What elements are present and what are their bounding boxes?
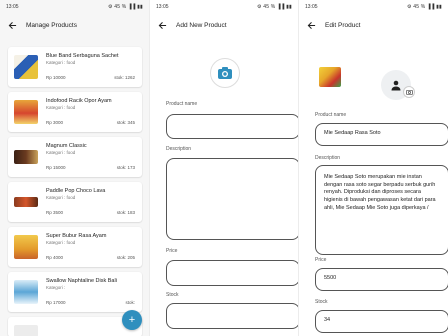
product-image — [14, 150, 38, 164]
description-input[interactable]: Mie Sedaap Soto merupakan mie instan den… — [315, 165, 448, 255]
product-image — [319, 67, 341, 87]
product-image — [14, 235, 38, 259]
status-bar: 13:05 ⚙ 45 % ▐▐ ▮▮ — [150, 0, 298, 14]
product-stock: stok: — [125, 300, 135, 305]
stock-label: Stock — [315, 299, 328, 305]
stock-input[interactable]: 34 — [315, 310, 448, 333]
product-name-input[interactable] — [166, 114, 298, 139]
product-name-label: Product name — [166, 101, 198, 107]
page-title: Manage Products — [26, 21, 77, 29]
status-icons: ⚙ 45 % ▐▐ ▮▮ — [406, 4, 442, 10]
product-stock: stok: 345 — [116, 120, 135, 125]
status-time: 13:05 — [305, 4, 318, 10]
stock-input[interactable] — [166, 303, 298, 329]
product-name-input[interactable]: Mie Sedaap Rasa Soto — [315, 123, 448, 146]
product-card[interactable]: Swallow Naphtaline Disk Bali Kategori : … — [8, 272, 142, 312]
price-label: Price — [166, 248, 178, 254]
product-name: Swallow Naphtaline Disk Bali — [46, 278, 117, 284]
product-card[interactable]: Indofood Racik Opor Ayam Kategori : food… — [8, 92, 142, 132]
product-category: Kategori : food — [46, 105, 76, 110]
status-time: 13:05 — [156, 4, 169, 10]
product-category: Kategori : food — [46, 195, 76, 200]
status-time: 13:05 — [6, 4, 19, 10]
product-name: Super Bubur Rasa Ayam — [46, 233, 107, 239]
product-stock: stok: 173 — [116, 165, 135, 170]
product-name: Magnum Classic — [46, 143, 87, 149]
product-card[interactable]: Blue Band Serbaguna Sachet Kategori : fo… — [8, 47, 142, 87]
camera-icon — [405, 89, 413, 95]
page-title: Edit Product — [325, 21, 361, 29]
status-bar: 13:05 ⚙ 45 % ▐▐ ▮▮ — [299, 0, 448, 14]
description-input[interactable] — [166, 158, 298, 240]
product-stock: stok: 183 — [116, 210, 135, 215]
status-icons: ⚙ 45 % ▐▐ ▮▮ — [107, 4, 143, 10]
product-price: Rp 10000 — [46, 75, 66, 80]
product-image — [14, 55, 38, 79]
price-input[interactable] — [166, 260, 298, 286]
product-price: Rp 3500 — [46, 210, 64, 215]
manage-products-screen: 13:05 ⚙ 45 % ▐▐ ▮▮ Manage Products Blue … — [0, 0, 149, 336]
person-icon — [391, 80, 401, 91]
add-product-button[interactable]: + — [122, 310, 142, 330]
back-arrow-icon[interactable] — [305, 19, 317, 31]
product-price: Rp 4000 — [46, 255, 64, 260]
product-image — [14, 100, 38, 124]
product-card[interactable]: Magnum Classic Kategori : food Rp 15000 … — [8, 137, 142, 177]
change-photo-button[interactable] — [403, 86, 415, 98]
status-bar: 13:05 ⚙ 45 % ▐▐ ▮▮ — [0, 0, 149, 14]
back-arrow-icon[interactable] — [156, 19, 168, 31]
product-name-label: Product name — [315, 112, 347, 118]
product-price: Rp 3000 — [46, 120, 64, 125]
stock-label: Stock — [166, 292, 179, 298]
product-image — [14, 280, 38, 304]
product-card[interactable]: Paddle Pop Choco Lava Kategori : food Rp… — [8, 182, 142, 222]
product-image — [14, 197, 38, 207]
product-stock: stok: 1262 — [114, 75, 135, 80]
status-icons: ⚙ 45 % ▐▐ ▮▮ — [256, 4, 292, 10]
product-price: Rp 15000 — [46, 165, 66, 170]
product-card[interactable]: Super Bubur Rasa Ayam Kategori : food Rp… — [8, 227, 142, 267]
description-label: Description — [166, 146, 192, 152]
app-bar: Add New Product — [150, 14, 298, 36]
product-name: Indofood Racik Opor Ayam — [46, 98, 112, 104]
app-bar: Edit Product — [299, 14, 448, 36]
add-photo-icon — [218, 67, 232, 79]
product-name: Paddle Pop Choco Lava — [46, 188, 106, 194]
product-image — [14, 325, 38, 336]
price-input[interactable]: 5500 — [315, 268, 448, 291]
image-picker-button[interactable] — [210, 58, 240, 88]
product-price: Rp 17000 — [46, 300, 66, 305]
product-category: Kategori : food — [46, 150, 76, 155]
back-arrow-icon[interactable] — [6, 19, 18, 31]
app-bar: Manage Products — [0, 14, 149, 36]
product-category: Kategori : food — [46, 60, 76, 65]
page-title: Add New Product — [176, 21, 227, 29]
product-category: Kategori : food — [46, 240, 76, 245]
edit-product-screen: 13:05 ⚙ 45 % ▐▐ ▮▮ Edit Product Product … — [298, 0, 448, 336]
product-name: Blue Band Serbaguna Sachet — [46, 53, 119, 59]
add-product-screen: 13:05 ⚙ 45 % ▐▐ ▮▮ Add New Product Produ… — [149, 0, 298, 336]
product-category: Kategori : — [46, 285, 66, 290]
product-stock: stok: 205 — [116, 255, 135, 260]
description-label: Description — [315, 155, 341, 161]
plus-icon: + — [128, 314, 136, 326]
price-label: Price — [315, 257, 327, 263]
